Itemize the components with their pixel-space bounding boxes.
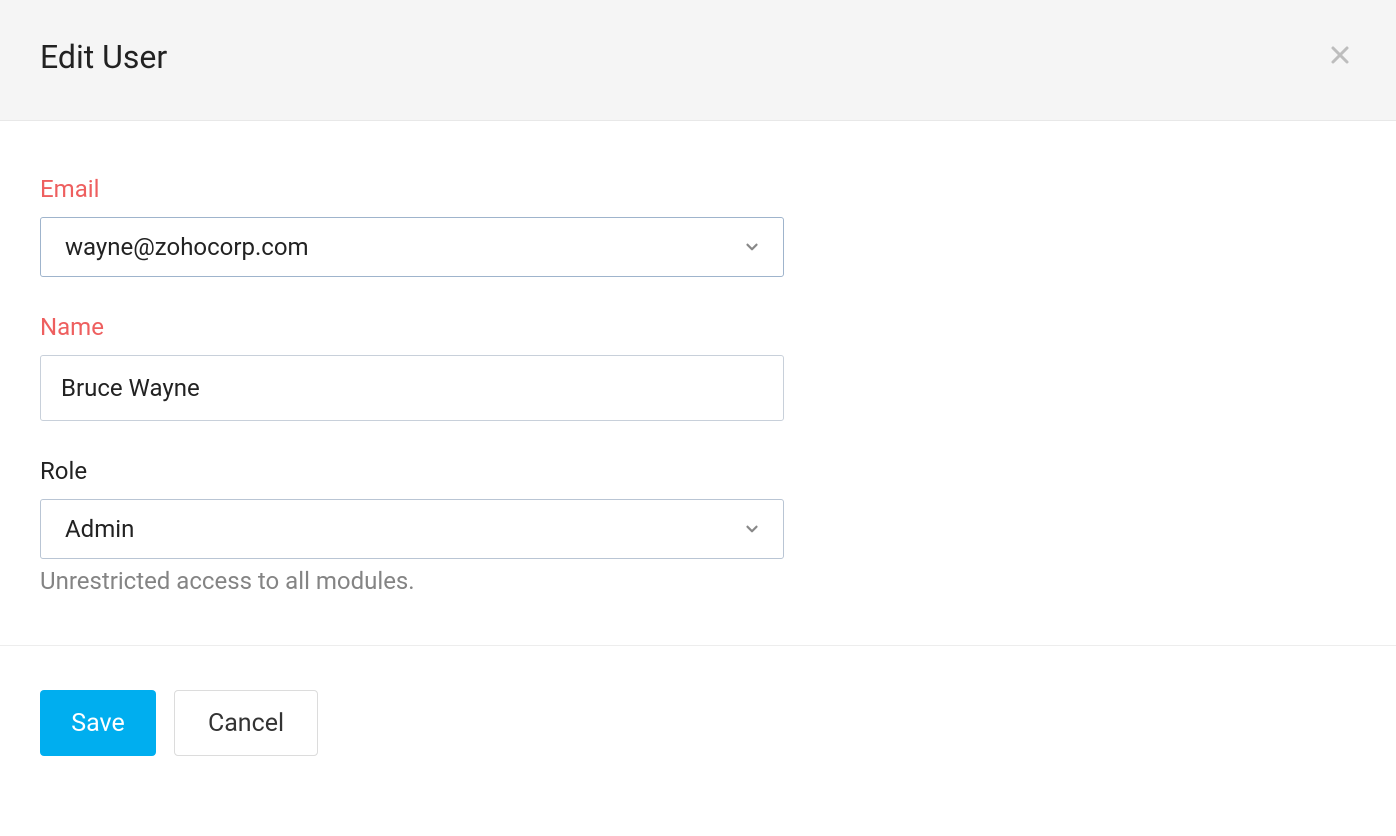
role-label: Role bbox=[40, 457, 1356, 485]
email-group: Email wayne@zohocorp.com bbox=[40, 175, 1356, 277]
close-button[interactable] bbox=[1324, 39, 1356, 75]
chevron-down-icon bbox=[743, 520, 761, 538]
name-label: Name bbox=[40, 313, 1356, 341]
close-icon bbox=[1328, 43, 1352, 71]
role-help-text: Unrestricted access to all modules. bbox=[40, 567, 1356, 595]
email-value: wayne@zohocorp.com bbox=[65, 233, 309, 261]
email-select[interactable]: wayne@zohocorp.com bbox=[40, 217, 784, 277]
name-group: Name bbox=[40, 313, 1356, 421]
role-group: Role Admin Unrestricted access to all mo… bbox=[40, 457, 1356, 595]
dialog-footer: Save Cancel bbox=[0, 645, 1396, 800]
role-value: Admin bbox=[65, 515, 134, 543]
dialog-header: Edit User bbox=[0, 0, 1396, 121]
cancel-button[interactable]: Cancel bbox=[174, 690, 318, 756]
chevron-down-icon bbox=[743, 238, 761, 256]
save-button[interactable]: Save bbox=[40, 690, 156, 756]
form-body: Email wayne@zohocorp.com Name Role Admin… bbox=[0, 121, 1396, 645]
email-label: Email bbox=[40, 175, 1356, 203]
name-input[interactable] bbox=[40, 355, 784, 421]
dialog-title: Edit User bbox=[40, 38, 167, 76]
role-select[interactable]: Admin bbox=[40, 499, 784, 559]
